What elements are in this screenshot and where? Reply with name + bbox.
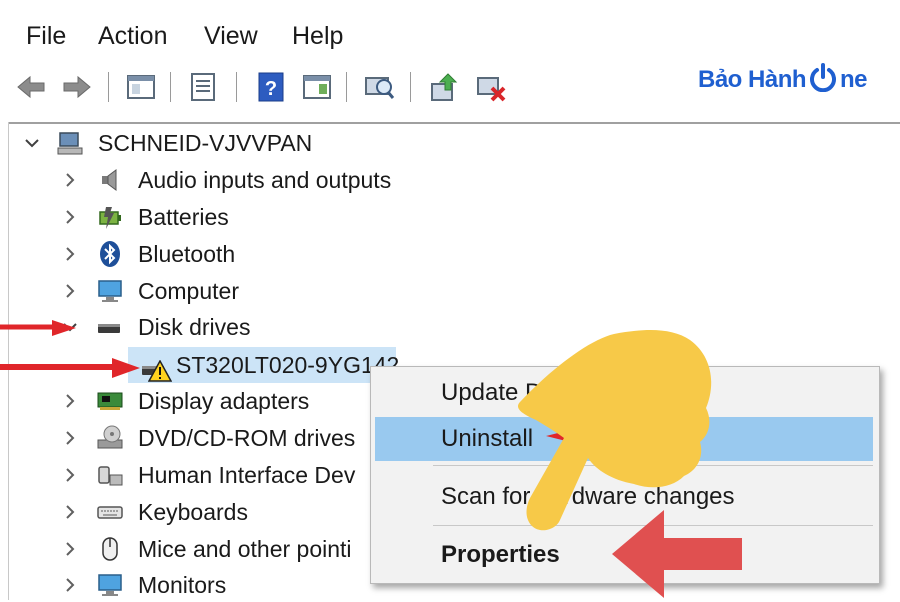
menu-bar: File Action View Help <box>0 0 900 64</box>
scan-hardware-icon[interactable] <box>362 70 396 104</box>
tree-category[interactable]: Keyboards <box>0 495 380 529</box>
show-hide-console-tree-icon[interactable] <box>124 70 158 104</box>
category-label: Batteries <box>138 204 229 230</box>
toolbar-separator <box>236 72 237 102</box>
category-label: Disk drives <box>138 314 251 340</box>
battery-icon <box>99 207 121 229</box>
update-driver-icon[interactable] <box>428 70 462 104</box>
category-label: Human Interface Dev <box>138 462 356 488</box>
chevron-right-icon[interactable] <box>62 504 78 520</box>
chevron-right-icon[interactable] <box>62 283 78 299</box>
menu-item-update-driver[interactable]: Update Driver Software... <box>371 371 879 415</box>
uninstall-device-icon[interactable] <box>474 70 508 104</box>
tree-category[interactable]: Computer <box>0 274 380 308</box>
tree-category[interactable]: Mice and other pointi <box>0 532 380 566</box>
brand-text-2: ne <box>840 65 868 93</box>
chevron-right-icon[interactable] <box>62 467 78 483</box>
tree-category[interactable]: Bluetooth <box>0 237 380 271</box>
hid-icon <box>98 466 123 486</box>
category-label: Keyboards <box>138 499 248 525</box>
toolbar-separator <box>410 72 411 102</box>
brand-logo: Bảo Hành ne <box>698 62 868 102</box>
menu-separator <box>433 525 873 526</box>
toolbar-separator <box>108 72 109 102</box>
chevron-right-icon[interactable] <box>62 393 78 409</box>
speaker-icon <box>102 169 117 191</box>
root-label: SCHNEID-VJVVPAN <box>98 130 313 156</box>
brand-text-1: Bảo Hành <box>698 65 807 93</box>
tree-category[interactable]: DVD/CD-ROM drives <box>0 421 380 455</box>
svg-text:?: ? <box>265 78 277 100</box>
category-label: Mice and other pointi <box>138 536 352 562</box>
chevron-down-icon[interactable] <box>62 319 78 335</box>
tree-category[interactable]: Batteries <box>0 200 380 234</box>
red-arrow-device <box>0 358 140 378</box>
tree-category[interactable]: Disk drives <box>0 310 380 344</box>
category-label: Display adapters <box>138 388 310 414</box>
tree-top-border <box>8 122 900 124</box>
disk-drive-icon <box>98 324 120 333</box>
forward-icon[interactable] <box>60 70 94 104</box>
chevron-right-icon[interactable] <box>62 577 78 593</box>
chevron-right-icon[interactable] <box>62 209 78 225</box>
tree-category[interactable]: Human Interface Dev <box>0 458 380 492</box>
keyboard-icon <box>97 506 123 519</box>
menu-item-scan-hardware[interactable]: Scan for hardware changes <box>371 475 879 519</box>
chevron-right-icon[interactable] <box>62 541 78 557</box>
toolbar-separator <box>346 72 347 102</box>
menu-help[interactable]: Help <box>292 22 343 51</box>
monitor-icon <box>98 574 122 596</box>
computer-icon <box>57 132 83 155</box>
toolbar-separator <box>170 72 171 102</box>
menu-file[interactable]: File <box>26 22 66 51</box>
chevron-right-icon[interactable] <box>62 246 78 262</box>
display-adapter-icon <box>97 392 123 410</box>
chevron-right-icon[interactable] <box>62 172 78 188</box>
tree-category[interactable]: Monitors <box>0 568 380 602</box>
mouse-icon <box>102 537 118 561</box>
help-icon[interactable]: ? <box>254 70 288 104</box>
power-icon <box>808 62 838 99</box>
back-icon[interactable] <box>14 70 48 104</box>
menu-view[interactable]: View <box>204 22 258 51</box>
category-label: DVD/CD-ROM drives <box>138 425 356 451</box>
chevron-right-icon[interactable] <box>62 430 78 446</box>
menu-item-properties[interactable]: Properties <box>371 533 879 577</box>
category-label: Monitors <box>138 572 227 598</box>
tree-root[interactable]: SCHNEID-VJVVPAN <box>0 126 500 160</box>
tree-category[interactable]: Audio inputs and outputs <box>0 163 391 197</box>
category-label: Bluetooth <box>138 241 236 267</box>
chevron-down-icon[interactable] <box>24 135 40 151</box>
category-label: Computer <box>138 278 239 304</box>
menu-item-uninstall[interactable]: Uninstall <box>375 417 873 461</box>
action-pane-icon[interactable] <box>300 70 334 104</box>
monitor-icon <box>98 280 122 302</box>
warning-icon <box>148 360 172 382</box>
category-label: Audio inputs and outputs <box>138 167 392 193</box>
menu-separator <box>433 465 873 466</box>
device-row-disk[interactable]: ST320LT020-9YG142 <box>128 348 400 382</box>
tree-category[interactable]: Display adapters <box>0 384 380 418</box>
bluetooth-icon <box>100 241 120 267</box>
context-menu: Update Driver Software... Uninstall Scan… <box>370 366 880 584</box>
dvd-drive-icon <box>97 425 123 449</box>
properties-icon[interactable] <box>186 70 220 104</box>
menu-action[interactable]: Action <box>98 22 167 51</box>
device-label: ST320LT020-9YG142 <box>176 352 400 378</box>
